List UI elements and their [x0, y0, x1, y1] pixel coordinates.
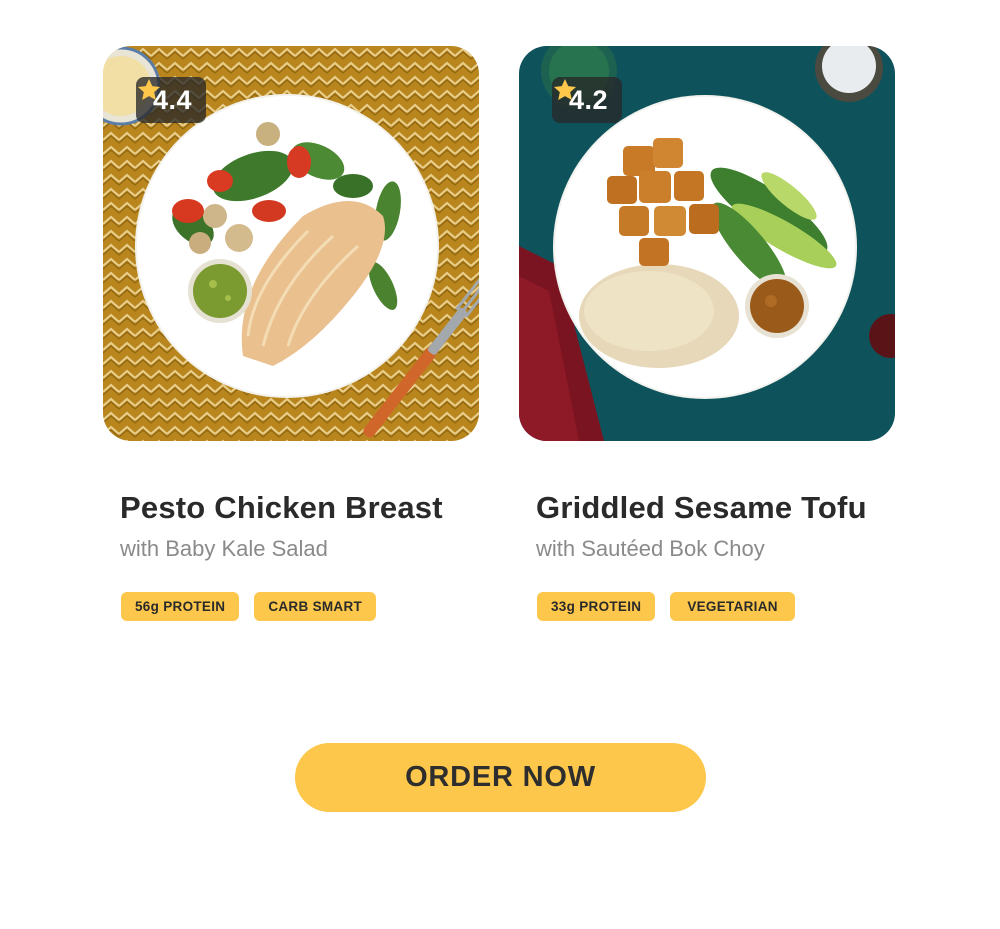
meal-card-sesame-tofu[interactable]: 4.2 Griddled Sesame Tofu with Sautéed Bo… — [519, 46, 895, 621]
tag-carb-smart: CARB SMART — [254, 592, 377, 621]
star-icon — [553, 78, 577, 100]
tag-protein: 33g PROTEIN — [537, 592, 656, 621]
rating-badge: 4.4 — [136, 77, 207, 123]
meal-photo[interactable]: 4.4 — [103, 46, 479, 441]
tag-protein: 56g PROTEIN — [121, 592, 240, 621]
star-icon — [137, 78, 161, 100]
meal-card-pesto-chicken[interactable]: 4.4 Pesto Chicken Breast with Baby Kale … — [103, 46, 479, 621]
tag-vegetarian: VEGETARIAN — [670, 592, 795, 621]
meal-title[interactable]: Pesto Chicken Breast — [120, 490, 443, 526]
order-now-button[interactable]: ORDER NOW — [295, 743, 706, 812]
meal-photo[interactable]: 4.2 — [519, 46, 895, 441]
meal-subtitle: with Sautéed Bok Choy — [536, 536, 765, 561]
meal-tags: 33g PROTEIN VEGETARIAN — [537, 592, 795, 621]
meal-subtitle: with Baby Kale Salad — [120, 536, 328, 561]
meal-tags: 56g PROTEIN CARB SMART — [121, 592, 377, 621]
meal-title[interactable]: Griddled Sesame Tofu — [536, 490, 867, 526]
rating-badge: 4.2 — [552, 77, 623, 123]
